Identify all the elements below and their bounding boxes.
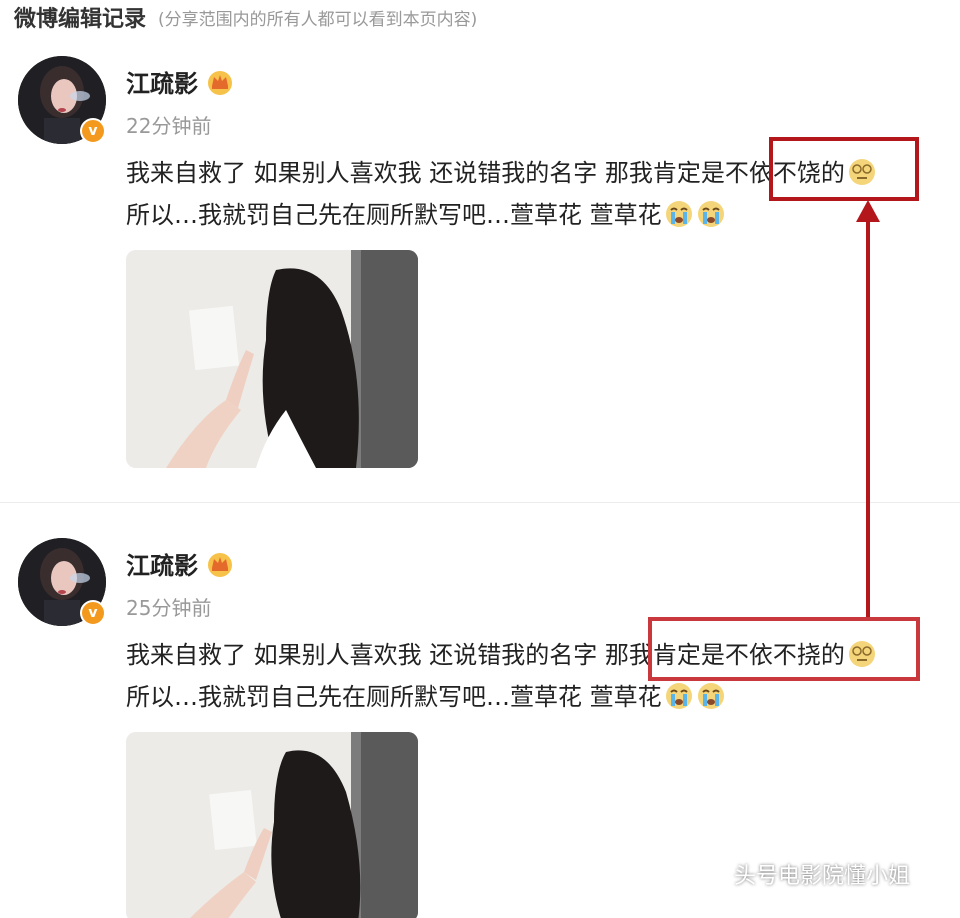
- watermark-text: 头号电影院懂小姐: [734, 864, 911, 889]
- weibo-edit-history-page: 微博编辑记录 (分享范围内的所有人都可以看到本页内容) v 江疏影 22分钟前: [0, 0, 960, 918]
- watermark: 头号电影院懂小姐: [700, 858, 910, 890]
- wechat-icon: [700, 863, 728, 884]
- comparison-arrow: [856, 200, 880, 617]
